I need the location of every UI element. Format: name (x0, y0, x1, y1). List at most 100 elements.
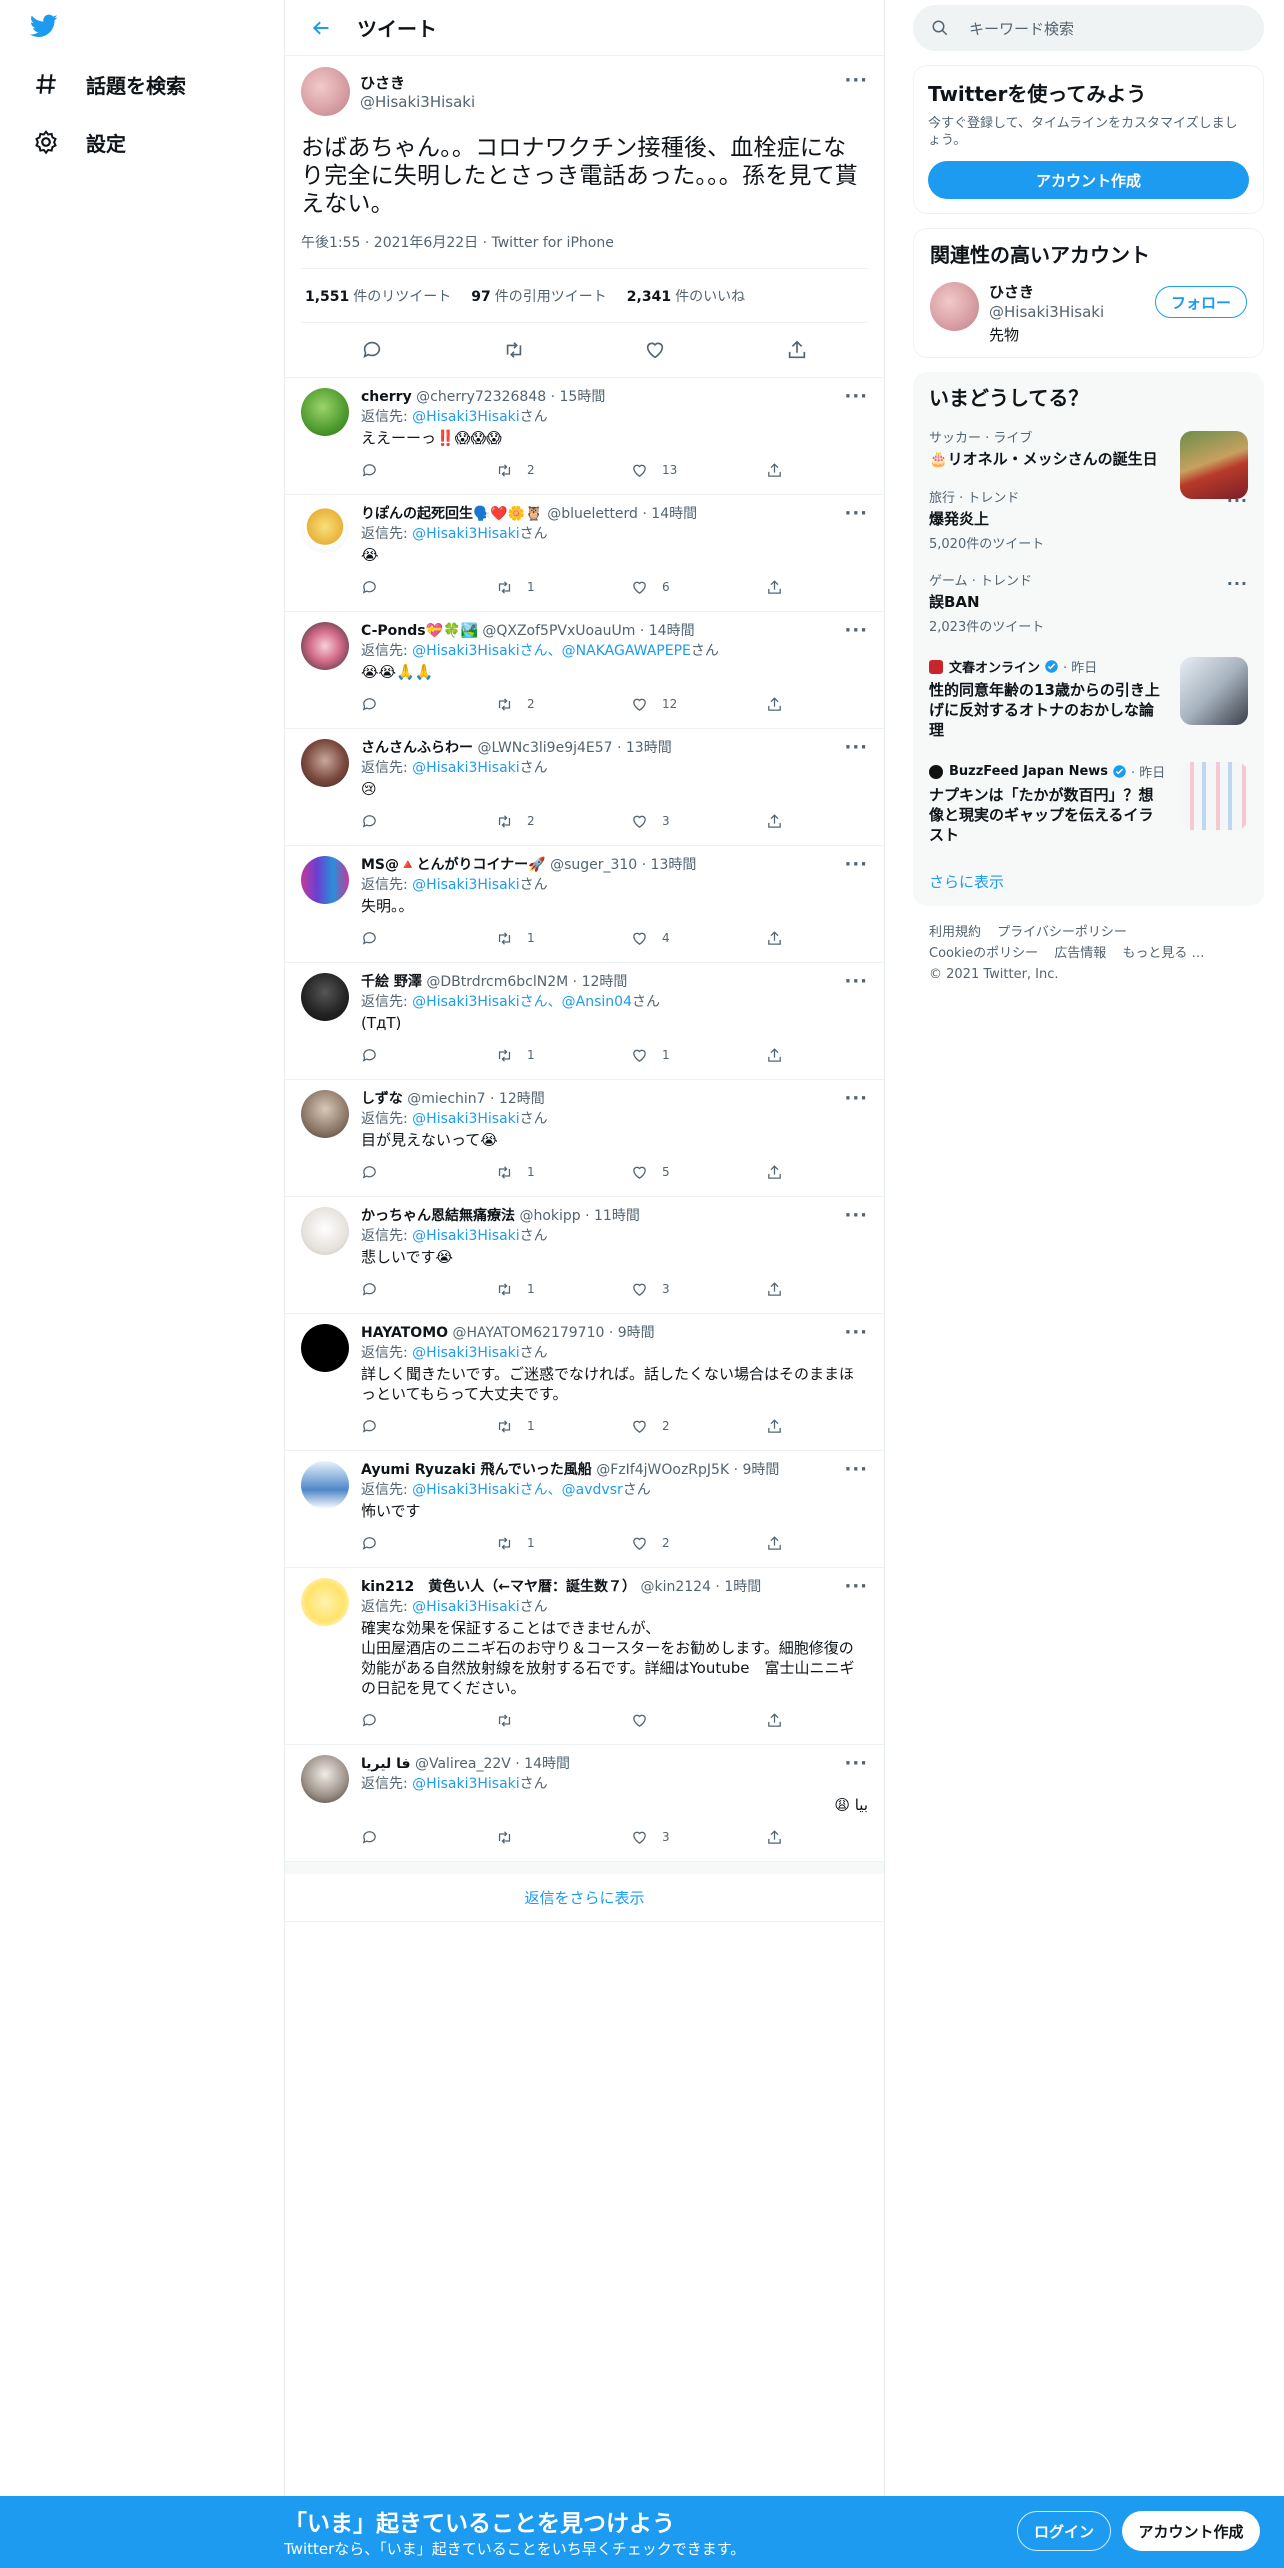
reply-author-handle[interactable]: @FzIf4jWOozRpJ5K · 9時間 (596, 1462, 779, 1478)
retweets-stat[interactable]: 1,551 件のリツイート (305, 286, 451, 306)
like-button[interactable]: 3 (631, 1829, 766, 1846)
like-button[interactable]: 12 (631, 696, 766, 713)
reply-icon[interactable] (361, 930, 496, 947)
retweet-icon[interactable] (503, 339, 525, 361)
like-button[interactable]: 5 (631, 1164, 766, 1181)
more-icon[interactable]: ··· (844, 1205, 868, 1226)
reply-author-name[interactable]: りぽんの起死回生🗣️❤️🌼🦉 (361, 506, 543, 522)
retweet-button[interactable] (496, 1712, 631, 1729)
related-account[interactable]: ひさき @Hisaki3Hisaki 先物 フォロー (914, 278, 1263, 357)
reply-author-name[interactable]: しずな (361, 1091, 403, 1107)
trend-item[interactable]: 旅行 · トレンド 爆発炎上 5,020件のツイート ··· (913, 481, 1264, 564)
mention-link[interactable]: @Hisaki3Hisaki (412, 1228, 519, 1244)
mention-link[interactable]: @Hisaki3Hisaki (412, 1345, 519, 1361)
more-icon[interactable]: ··· (844, 737, 868, 758)
avatar[interactable] (301, 66, 350, 116)
share-icon[interactable] (766, 1418, 783, 1435)
avatar[interactable] (301, 973, 349, 1021)
news-item[interactable]: BuzzFeed Japan News · 昨日 ナプキンは「たかが数百円」？想… (913, 752, 1264, 857)
avatar[interactable] (301, 1207, 349, 1255)
reply-author-handle[interactable]: @HAYATOM62179710 · 9時間 (453, 1325, 655, 1341)
avatar[interactable] (930, 282, 979, 331)
reply-author-name[interactable]: かっちゃん恩結無痛療法 (361, 1208, 515, 1224)
reply-tweet[interactable]: しずな @miechin7 · 12時間 返信先: @Hisaki3Hisaki… (285, 1080, 884, 1197)
more-icon[interactable]: ··· (1227, 491, 1248, 510)
share-icon[interactable] (766, 930, 783, 947)
reply-tweet[interactable]: Ayumi Ryuzaki 飛んでいった風船 @FzIf4jWOozRpJ5K … (285, 1451, 884, 1568)
nav-settings[interactable]: 設定 (32, 122, 126, 162)
show-more-replies-button[interactable]: 返信をさらに表示 (285, 1862, 884, 1922)
share-icon[interactable] (786, 339, 808, 361)
reply-icon[interactable] (361, 1712, 496, 1729)
avatar[interactable] (301, 1090, 349, 1138)
create-account-button[interactable]: アカウント作成 (928, 161, 1249, 199)
likes-stat[interactable]: 2,341 件のいいね (627, 286, 745, 306)
share-icon[interactable] (766, 1712, 783, 1729)
like-button[interactable]: 3 (631, 1281, 766, 1298)
mention-link[interactable]: @Hisaki3Hisakiさん、@NAKAGAWAPEPE (412, 643, 691, 659)
like-button[interactable]: 6 (631, 579, 766, 596)
more-icon[interactable]: ··· (844, 620, 868, 641)
share-icon[interactable] (766, 1047, 783, 1064)
reply-author-handle[interactable]: @cherry72326848 · 15時間 (416, 389, 605, 405)
related-name[interactable]: ひさき (989, 282, 1104, 302)
reply-author-handle[interactable]: @hokipp · 11時間 (519, 1208, 639, 1224)
reply-tweet[interactable]: HAYATOMO @HAYATOM62179710 · 9時間 返信先: @Hi… (285, 1314, 884, 1451)
reply-author-name[interactable]: さんさんふらわー (361, 740, 473, 756)
like-button[interactable]: 2 (631, 1535, 766, 1552)
retweet-button[interactable]: 1 (496, 1281, 631, 1298)
mention-link[interactable]: @Hisaki3Hisaki (412, 1776, 519, 1792)
follow-button[interactable]: フォロー (1155, 286, 1247, 318)
more-icon[interactable]: ··· (1227, 574, 1248, 593)
like-button[interactable]: 2 (631, 1418, 766, 1435)
reply-tweet[interactable]: C-Ponds💝🍀🏞️ @QXZof5PVxUoauUm · 14時間 返信先:… (285, 612, 884, 729)
mention-link[interactable]: @Hisaki3Hisaki (412, 409, 519, 425)
footer-link[interactable]: Cookieのポリシー (929, 946, 1038, 961)
more-icon[interactable]: ··· (844, 1322, 868, 1343)
reply-author-name[interactable]: cherry (361, 389, 412, 405)
share-icon[interactable] (766, 1535, 783, 1552)
share-icon[interactable] (766, 696, 783, 713)
share-icon[interactable] (766, 1281, 783, 1298)
share-icon[interactable] (766, 1829, 783, 1846)
like-button[interactable]: 1 (631, 1047, 766, 1064)
avatar[interactable] (301, 1324, 349, 1372)
reply-author-handle[interactable]: @blueletterd · 14時間 (547, 506, 697, 522)
retweet-button[interactable]: 1 (496, 1047, 631, 1064)
search-input[interactable]: キーワード検索 (913, 5, 1264, 51)
retweet-button[interactable]: 2 (496, 813, 631, 830)
more-icon[interactable]: ··· (844, 971, 868, 992)
reply-author-name[interactable]: فا ليريا (361, 1756, 411, 1772)
reply-icon[interactable] (361, 339, 383, 361)
reply-author-handle[interactable]: @Valirea_22V · 14時間 (415, 1756, 570, 1772)
more-icon[interactable]: ··· (844, 386, 868, 407)
related-handle[interactable]: @Hisaki3Hisaki (989, 302, 1104, 322)
more-icon[interactable]: ··· (844, 70, 868, 91)
reply-tweet[interactable]: さんさんふらわー @LWNc3li9e9j4E57 · 13時間 返信先: @H… (285, 729, 884, 846)
like-button[interactable] (631, 1712, 766, 1729)
retweet-button[interactable] (496, 1829, 631, 1846)
footer-link[interactable]: プライバシーポリシー (997, 925, 1127, 940)
retweet-button[interactable]: 2 (496, 462, 631, 479)
reply-icon[interactable] (361, 813, 496, 830)
mention-link[interactable]: @Hisaki3Hisaki (412, 526, 519, 542)
reply-tweet[interactable]: kin212 黄色い人（←マヤ暦：誕生数７） @kin2124 · 1時間 返信… (285, 1568, 884, 1745)
reply-icon[interactable] (361, 1164, 496, 1181)
reply-tweet[interactable]: 千絵 野澤 @DBtrdrcm6bclN2M · 12時間 返信先: @Hisa… (285, 963, 884, 1080)
retweet-button[interactable]: 2 (496, 696, 631, 713)
reply-author-handle[interactable]: @LWNc3li9e9j4E57 · 13時間 (477, 740, 671, 756)
mention-link[interactable]: @Hisaki3Hisaki (412, 760, 519, 776)
signup-button[interactable]: アカウント作成 (1122, 2511, 1260, 2551)
nav-explore[interactable]: 話題を検索 (32, 64, 186, 104)
author-name[interactable]: ひさき (360, 72, 475, 93)
footer-link[interactable]: 利用規約 (929, 925, 981, 940)
mention-link[interactable]: @Hisaki3Hisaki (412, 877, 519, 893)
share-icon[interactable] (766, 579, 783, 596)
reply-author-handle[interactable]: @DBtrdrcm6bclN2M · 12時間 (426, 974, 627, 990)
reply-author-name[interactable]: Ayumi Ryuzaki 飛んでいった風船 (361, 1462, 592, 1478)
mention-link[interactable]: @Hisaki3Hisaki (412, 1111, 519, 1127)
reply-tweet[interactable]: りぽんの起死回生🗣️❤️🌼🦉 @blueletterd · 14時間 返信先: … (285, 495, 884, 612)
back-button[interactable] (303, 10, 339, 46)
avatar[interactable] (301, 622, 349, 670)
avatar[interactable] (301, 1755, 349, 1803)
